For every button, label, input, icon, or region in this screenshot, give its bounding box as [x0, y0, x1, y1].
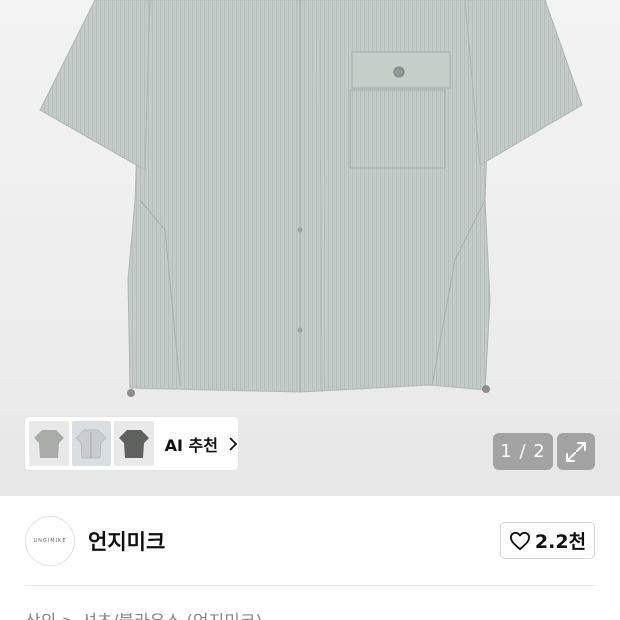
image-counter: 1 / 2 [493, 433, 553, 470]
chevron-right-icon [229, 436, 238, 451]
ai-recommend-label: AI 추천 [164, 435, 218, 455]
heart-icon [509, 531, 530, 550]
brand-name[interactable]: 언지미크 [88, 526, 165, 556]
breadcrumb[interactable]: 상의 > 셔츠/블라우스 (언지미크) [25, 607, 595, 620]
shirt-thumbnail-icon [33, 429, 64, 458]
thumbnail-2[interactable] [71, 421, 112, 466]
shirt-thumbnail-icon [75, 429, 107, 458]
expand-icon [566, 441, 586, 462]
shirt-thumbnail-icon [118, 429, 149, 458]
product-image-area[interactable]: AI 추천 1 / 2 [0, 0, 620, 496]
brand-logo[interactable]: UNGIMIKE [25, 516, 75, 566]
brand-row: UNGIMIKE 언지미크 2.2천 [25, 514, 595, 568]
brand-logo-text: UNGIMIKE [33, 538, 67, 544]
like-button[interactable]: 2.2천 [500, 522, 595, 559]
thumbnail-panel: AI 추천 [25, 417, 238, 470]
like-count: 2.2천 [534, 531, 587, 553]
divider [25, 585, 595, 586]
thumbnail-1[interactable] [29, 421, 69, 466]
expand-button[interactable] [557, 433, 595, 470]
ai-recommend-button[interactable]: AI 추천 [165, 432, 238, 456]
thumbnail-3[interactable] [114, 421, 154, 466]
